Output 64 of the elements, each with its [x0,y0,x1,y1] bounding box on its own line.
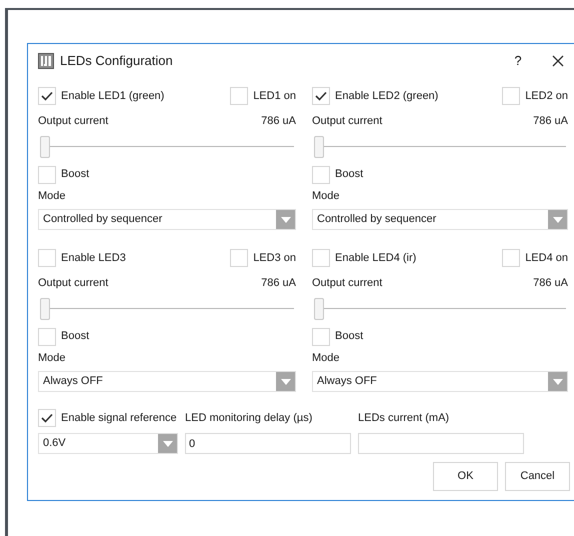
slider-label: Output current [38,276,108,291]
slider-reading: 786 uA [533,114,568,129]
checkbox[interactable] [502,249,520,267]
check-icon [41,91,53,101]
slider-thumb[interactable] [40,298,50,320]
checkbox-label: Enable LED4 (ir) [335,250,416,266]
dropdown[interactable]: Controlled by sequencer [38,209,296,230]
checkbox[interactable] [38,249,56,267]
slider-thumb[interactable] [314,136,324,158]
field-label: Mode [38,188,67,204]
slider-reading: 786 uA [261,114,296,129]
checkbox-label: Enable signal reference [61,410,177,426]
slider-thumb[interactable] [40,136,50,158]
slider-label: Output current [312,114,382,129]
window-title: LEDs Configuration [60,52,173,70]
slider-reading: 786 uA [533,276,568,291]
checkbox[interactable] [38,409,56,427]
checkbox-label: LED3 on [253,250,296,266]
field-label: Mode [38,350,67,366]
checkbox-label: LED2 on [525,88,568,104]
checkbox[interactable] [38,166,56,184]
checkbox-label: Boost [61,167,90,182]
checkbox[interactable] [312,249,330,267]
checkbox[interactable] [38,328,56,346]
slider-label: Output current [312,276,382,291]
check-icon [315,91,327,101]
slider-track[interactable] [314,298,566,320]
checkbox-label: Boost [335,329,364,344]
checkbox-label: Boost [335,167,364,182]
input-field[interactable] [358,433,524,454]
checkbox[interactable] [312,328,330,346]
checkbox[interactable] [230,87,248,105]
checkbox[interactable] [312,166,330,184]
dropdown[interactable]: Controlled by sequencer [312,209,568,230]
checkbox-label: LED1 on [253,88,296,104]
checkbox-label: Boost [61,329,90,344]
check-icon [41,413,53,423]
checkbox-label: Enable LED2 (green) [335,88,438,104]
slider-reading: 786 uA [261,276,296,291]
checkbox[interactable] [230,249,248,267]
field-label: LEDs current (mA) [358,410,450,426]
field-label: Mode [312,350,341,366]
slider-track[interactable] [40,298,294,320]
slider-track[interactable] [314,136,566,158]
dropdown[interactable]: Always OFF [38,371,296,392]
input-field[interactable]: 0 [185,433,351,454]
dropdown[interactable]: 0.6V [38,433,178,454]
checkbox[interactable] [502,87,520,105]
checkbox-label: Enable LED1 (green) [61,88,164,104]
app-logo-icon [38,53,54,69]
field-label: Mode [312,188,341,204]
slider-track[interactable] [40,136,294,158]
slider-thumb[interactable] [314,298,324,320]
help-button[interactable]: ? [508,51,528,71]
field-label: LED monitoring delay (µs) [185,410,312,426]
cancel-button[interactable]: Cancel [505,462,570,491]
checkbox-label: Enable LED3 [61,250,126,266]
ok-button[interactable]: OK [433,462,498,491]
checkbox[interactable] [312,87,330,105]
dropdown[interactable]: Always OFF [312,371,568,392]
slider-label: Output current [38,114,108,129]
checkbox[interactable] [38,87,56,105]
checkbox-label: LED4 on [525,250,568,266]
close-icon [552,55,564,67]
